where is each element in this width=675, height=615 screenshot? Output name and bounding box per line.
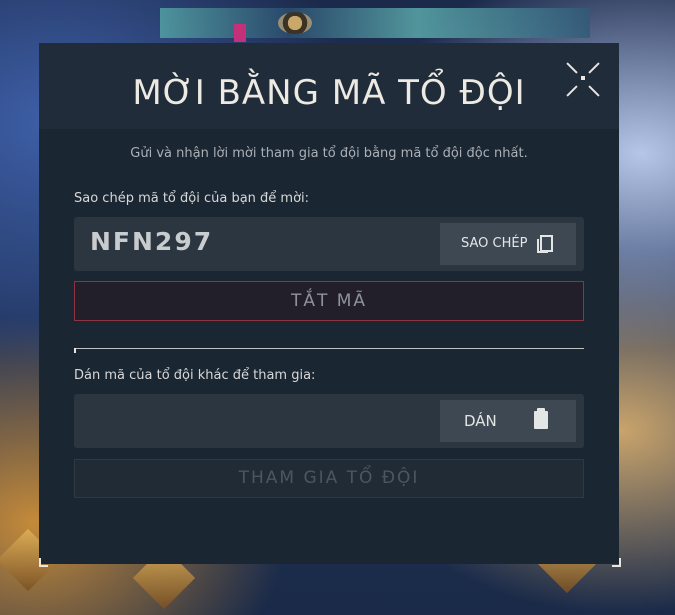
- copy-code-label: Sao chép mã tổ đội của bạn để mời:: [74, 191, 310, 206]
- modal-title: MỜI BẰNG MÃ TỔ ĐỘI: [132, 73, 526, 113]
- paste-button[interactable]: DÁN: [440, 400, 576, 442]
- close-icon-dot: [581, 76, 585, 80]
- disable-code-button[interactable]: TẮT MÃ: [74, 281, 584, 321]
- copy-icon: [537, 235, 553, 253]
- paste-code-field[interactable]: DÁN: [74, 394, 584, 448]
- background-marker: [234, 24, 246, 42]
- section-divider: [74, 348, 584, 349]
- paste-button-label: DÁN: [464, 412, 497, 430]
- close-button[interactable]: [559, 55, 607, 103]
- close-icon-stroke: [588, 62, 600, 74]
- copy-button[interactable]: SAO CHÉP: [440, 223, 576, 265]
- party-code-value: NFN297: [90, 227, 214, 256]
- modal-corner-accent: [612, 558, 621, 567]
- background-eye-emblem: [278, 12, 312, 34]
- modal-subtitle: Gửi và nhận lời mời tham gia tổ đội bằng…: [130, 146, 528, 161]
- join-party-button[interactable]: THAM GIA TỔ ĐỘI: [74, 459, 584, 498]
- modal-header: MỜI BẰNG MÃ TỔ ĐỘI: [39, 43, 619, 129]
- copy-button-label: SAO CHÉP: [461, 236, 528, 251]
- invite-code-modal: MỜI BẰNG MÃ TỔ ĐỘI Gửi và nhận lời mời t…: [39, 43, 619, 564]
- close-icon-stroke: [566, 85, 578, 97]
- divider-tick: [74, 348, 76, 353]
- clipboard-icon: [534, 408, 548, 429]
- modal-corner-accent: [39, 558, 48, 567]
- background-hud-strip: [160, 8, 590, 38]
- party-code-field: NFN297 SAO CHÉP: [74, 217, 584, 271]
- paste-code-label: Dán mã của tổ đội khác để tham gia:: [74, 368, 316, 383]
- close-icon-stroke: [588, 85, 600, 97]
- close-icon: [566, 62, 578, 74]
